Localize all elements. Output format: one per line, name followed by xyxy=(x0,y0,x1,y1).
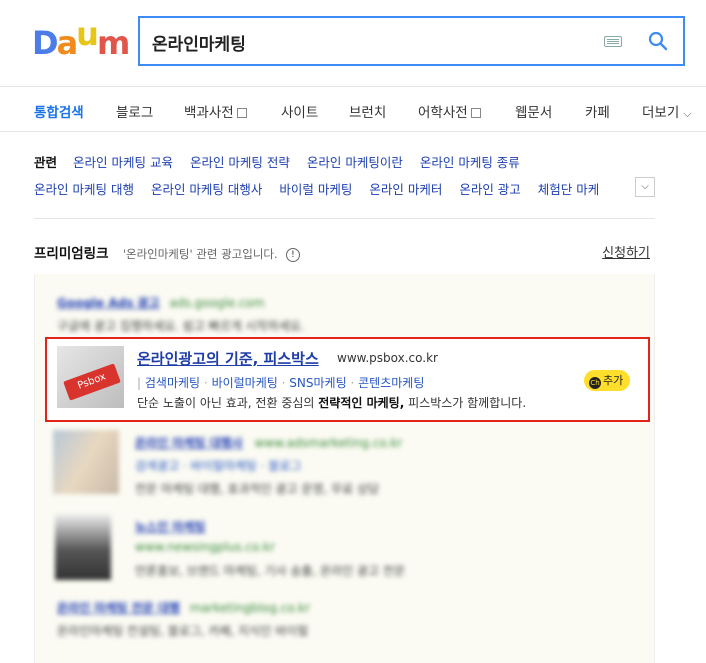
ad-url: ads.google.com xyxy=(169,296,265,310)
tab-label: 블로그 xyxy=(116,105,154,121)
desc-bold-text: 전략적인 마케팅, xyxy=(318,396,405,410)
desc-text: 단순 노출이 아닌 효과, 전환 중심의 xyxy=(137,396,319,410)
search-icon[interactable] xyxy=(648,31,668,51)
ad-tag-link[interactable]: 바이럴마케팅 xyxy=(212,376,278,390)
search-tabs: 통합검색 블로그 백과사전 사이트 브런치 어학사전 웹문서 카페 더보기 ⌵ xyxy=(0,86,706,132)
separator: | xyxy=(137,376,142,390)
ad-item[interactable]: 온라인 마케팅 대행사 www.adsmarketing.co.kr 검색광고 … xyxy=(135,434,402,497)
related-link[interactable]: 온라인 마케팅 대행 xyxy=(34,182,134,197)
ad-tag-link[interactable]: 콘텐츠마케팅 xyxy=(358,376,424,390)
tab-webdocs[interactable]: 웹문서 xyxy=(515,101,552,121)
ad-title[interactable]: 온라인광고의 기준, 피스박스 xyxy=(137,348,319,369)
related-link[interactable]: 바이럴 마케팅 xyxy=(279,182,352,197)
tab-label: 어학사전 xyxy=(418,105,468,121)
search-input[interactable] xyxy=(152,29,572,55)
keyboard-key-image: Psbox xyxy=(63,363,121,401)
desc-text: 피스박스가 함께합니다. xyxy=(404,396,527,410)
related-link[interactable]: 온라인 마케팅 대행사 xyxy=(151,182,262,197)
premium-description: '온라인마케팅' 관련 광고입니다. xyxy=(122,247,278,261)
ad-tags: 검색광고 · 바이럴마케팅 · 블로그 xyxy=(135,459,302,473)
related-link[interactable]: 온라인 마케팅 전략 xyxy=(190,155,290,170)
ad-description: 단순 노출이 아닌 효과, 전환 중심의 전략적인 마케팅, 피스박스가 함께합… xyxy=(137,394,526,411)
related-link[interactable]: 온라인 마케팅이란 xyxy=(307,155,403,170)
related-link[interactable]: 온라인 광고 xyxy=(459,182,520,197)
tab-blog[interactable]: 블로그 xyxy=(116,101,153,121)
tab-integrated[interactable]: 통합검색 xyxy=(34,101,84,121)
tab-label: 사이트 xyxy=(281,105,319,121)
ad-url: marketingblog.co.kr xyxy=(189,601,311,615)
ad-url: www.adsmarketing.co.kr xyxy=(254,436,403,450)
search-box xyxy=(138,16,685,66)
ad-thumbnail[interactable] xyxy=(55,514,111,580)
related-link[interactable]: 체험단 마케 xyxy=(538,182,599,197)
related-row: 관련 온라인 마케팅 교육 온라인 마케팅 전략 온라인 마케팅이란 온라인 마… xyxy=(34,152,533,171)
premium-title: 프리미엄링크 xyxy=(34,246,109,262)
ad-url[interactable]: www.psbox.co.kr xyxy=(337,351,438,365)
tab-brunch[interactable]: 브런치 xyxy=(349,101,386,121)
ad-item[interactable]: 뉴스인 마케팅 www.newsingplus.co.kr 언론홍보, 브랜드 … xyxy=(135,518,405,579)
channel-icon: Ch xyxy=(589,377,601,389)
ad-description: 온라인마케팅 컨설팅, 블로그, 카페, 지식인 바이럴 xyxy=(57,624,309,638)
ad-item[interactable]: 온라인 마케팅 전문 대행 marketingblog.co.kr 온라인마케팅… xyxy=(57,599,310,639)
apply-link[interactable]: 신청하기 xyxy=(602,242,650,261)
related-row: 온라인 마케팅 대행 온라인 마케팅 대행사 바이럴 마케팅 온라인 마케터 온… xyxy=(34,179,630,198)
tab-label: 웹문서 xyxy=(515,105,553,121)
related-link[interactable]: 온라인 마케팅 종류 xyxy=(420,155,520,170)
ad-list: Google Ads 광고 ads.google.com 구글에 광고 집행하세… xyxy=(34,274,655,663)
tab-site[interactable]: 사이트 xyxy=(281,101,318,121)
tab-label: 통합검색 xyxy=(34,105,84,121)
logo-letter-d: D xyxy=(32,24,59,62)
ad-title[interactable]: Google Ads 광고 xyxy=(57,296,160,310)
tab-cafe[interactable]: 카페 xyxy=(585,101,610,121)
ad-description: 구글에 광고 집행하세요. 쉽고 빠르게 시작하세요. xyxy=(57,319,305,333)
info-icon[interactable]: ! xyxy=(285,248,300,262)
related-link[interactable]: 온라인 마케팅 교육 xyxy=(73,155,173,170)
chevron-down-icon: ⌵ xyxy=(641,181,649,192)
separator: · xyxy=(203,376,208,390)
premium-link-header: 프리미엄링크 '온라인마케팅' 관련 광고입니다. ! 신청하기 xyxy=(34,242,655,262)
daum-logo[interactable]: D a u m xyxy=(32,18,130,62)
external-icon xyxy=(236,108,247,118)
expand-related-button[interactable]: ⌵ xyxy=(635,177,655,197)
logo-letter-m: m xyxy=(96,24,130,62)
ad-tag-link[interactable]: SNS마케팅 xyxy=(289,376,346,390)
tab-more[interactable]: 더보기 ⌵ xyxy=(642,101,692,121)
ad-title[interactable]: 온라인 마케팅 대행사 xyxy=(135,436,243,450)
tab-encyclopedia[interactable]: 백과사전 xyxy=(184,101,247,121)
ad-description: 전문 마케팅 대행, 효과적인 광고 운영, 무료 상담 xyxy=(135,482,380,496)
chevron-down-icon: ⌵ xyxy=(683,107,692,120)
ad-url: www.newsingplus.co.kr xyxy=(135,540,275,554)
ad-item[interactable]: Google Ads 광고 ads.google.com 구글에 광고 집행하세… xyxy=(57,294,305,334)
separator: · xyxy=(350,376,355,390)
ad-thumbnail[interactable]: Psbox xyxy=(57,346,124,408)
tab-dictionary[interactable]: 어학사전 xyxy=(418,101,481,121)
logo-letter-u: u xyxy=(76,15,99,53)
tab-label: 카페 xyxy=(585,105,610,121)
tab-label: 더보기 xyxy=(642,105,680,121)
ad-description: 언론홍보, 브랜드 마케팅, 기사 송출, 온라인 광고 전문 xyxy=(135,564,405,578)
keyboard-icon[interactable] xyxy=(604,36,622,47)
related-title: 관련 xyxy=(34,155,58,170)
related-link[interactable]: 온라인 마케터 xyxy=(369,182,442,197)
tab-label: 백과사전 xyxy=(184,105,234,121)
ad-title[interactable]: 뉴스인 마케팅 xyxy=(135,518,405,535)
logo-letter-a: a xyxy=(56,24,79,62)
separator: · xyxy=(281,376,286,390)
tab-label: 브런치 xyxy=(349,105,387,121)
ad-tag-link[interactable]: 검색마케팅 xyxy=(145,376,200,390)
ad-title[interactable]: 온라인 마케팅 전문 대행 xyxy=(57,601,180,615)
badge-label: 추가 xyxy=(603,374,624,387)
kakao-channel-add-button[interactable]: Ch 추가 xyxy=(584,370,631,391)
ad-thumbnail[interactable] xyxy=(53,430,119,494)
highlighted-ad[interactable]: Psbox 온라인광고의 기준, 피스박스 www.psbox.co.kr | … xyxy=(45,337,650,422)
related-searches: 관련 온라인 마케팅 교육 온라인 마케팅 전략 온라인 마케팅이란 온라인 마… xyxy=(34,152,655,219)
ad-tags: | 검색마케팅 · 바이럴마케팅 · SNS마케팅 · 콘텐츠마케팅 xyxy=(137,374,424,391)
external-icon xyxy=(470,108,481,118)
